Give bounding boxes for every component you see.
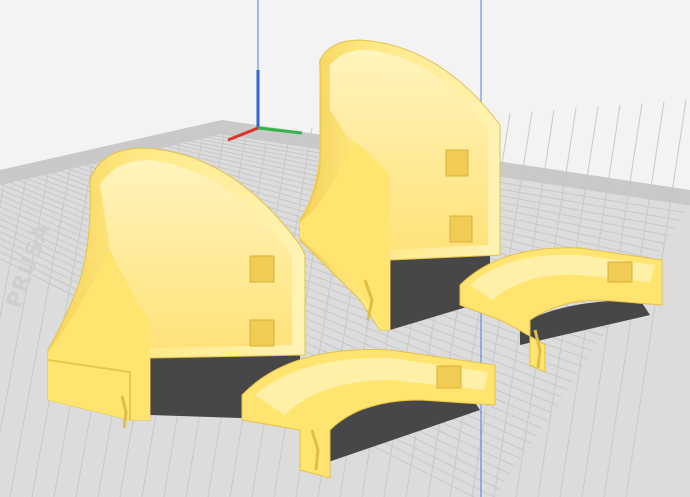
slot — [449, 215, 473, 243]
slot — [445, 149, 469, 177]
slot — [249, 319, 275, 347]
slot — [436, 365, 462, 389]
3d-viewport[interactable]: PRUSA — [0, 0, 690, 497]
viewport-canvas[interactable]: PRUSA — [0, 0, 690, 497]
slot — [607, 261, 633, 283]
slot — [249, 255, 275, 283]
